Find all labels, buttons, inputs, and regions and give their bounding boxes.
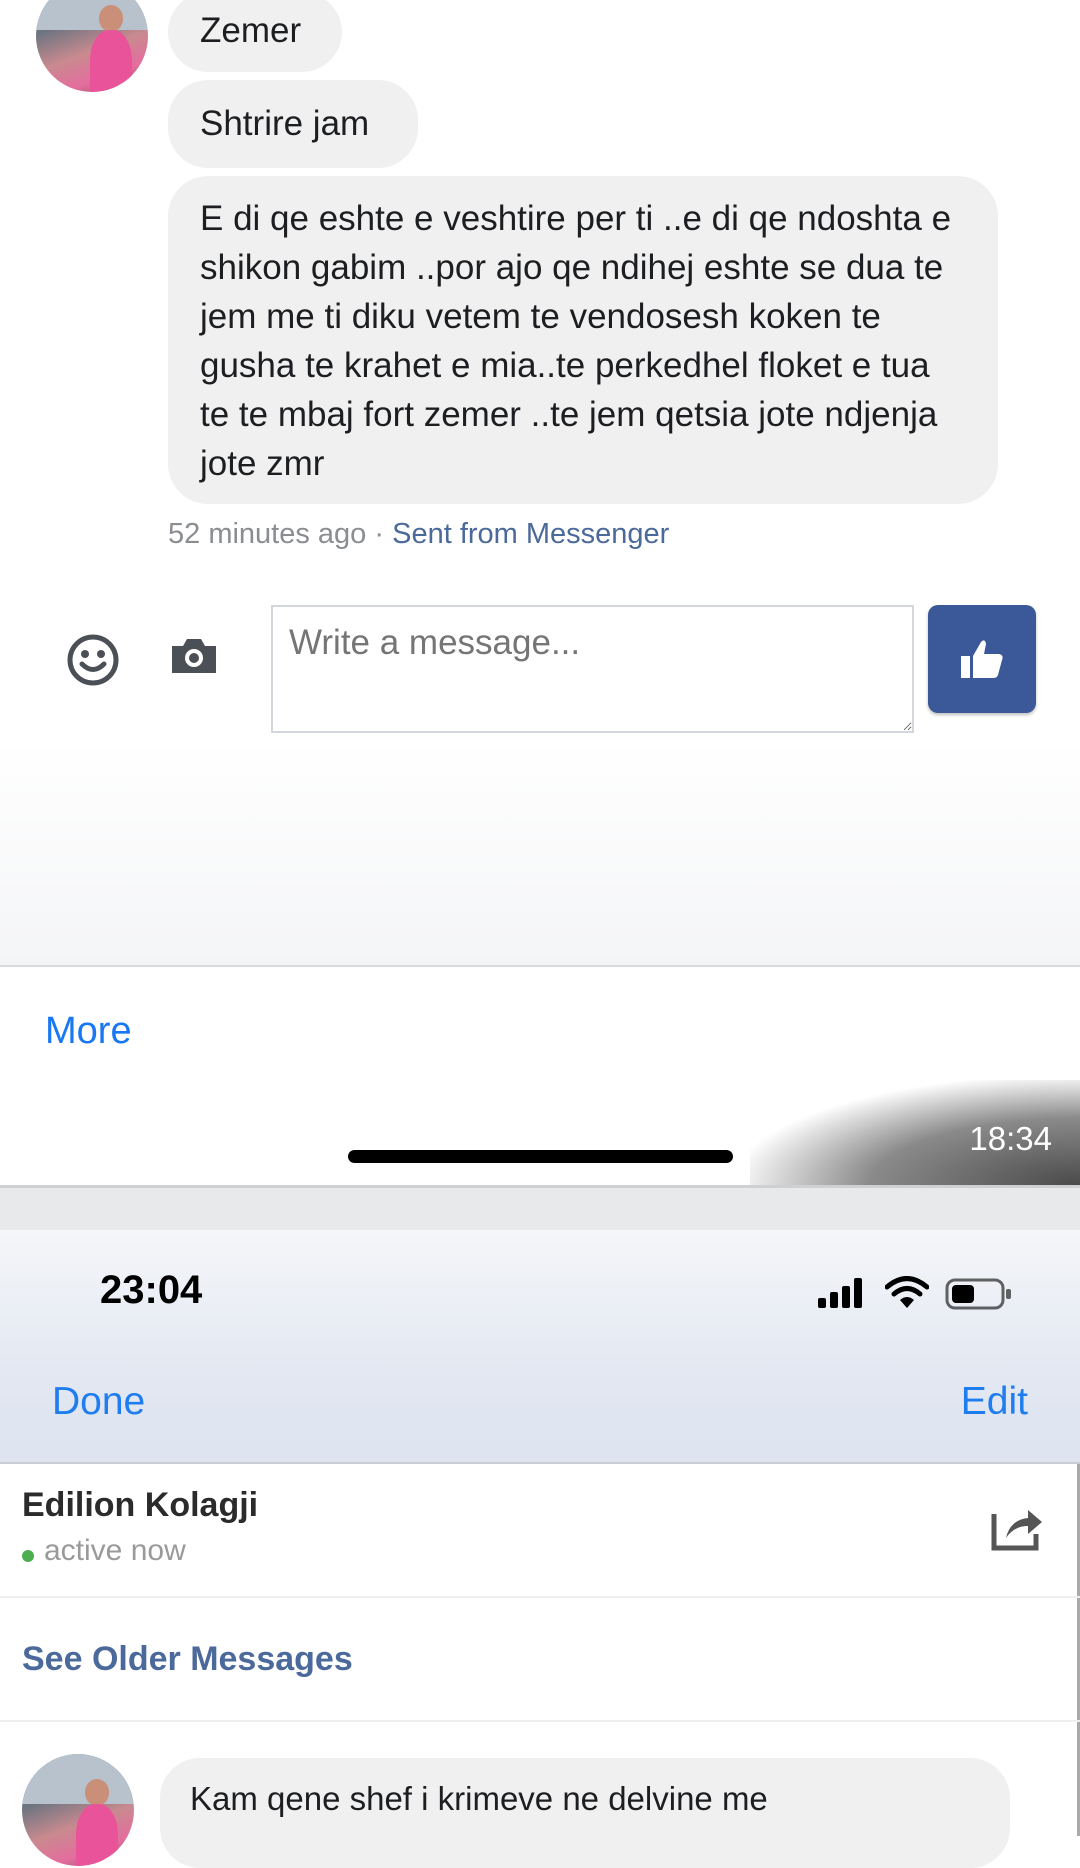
thumbs-up-icon — [961, 640, 1003, 678]
done-button[interactable]: Done — [52, 1380, 145, 1424]
divider — [0, 965, 1080, 967]
camera-icon[interactable] — [168, 636, 220, 681]
like-button[interactable] — [928, 605, 1036, 713]
message-bubble[interactable]: Zemer — [168, 0, 342, 72]
see-older-messages-link[interactable]: See Older Messages — [22, 1640, 353, 1679]
message-text: E di qe eshte e veshtire per ti ..e di q… — [200, 199, 952, 483]
row-divider — [0, 1596, 1080, 1598]
message-text: Kam qene shef i krimeve ne delvine me — [190, 1780, 768, 1817]
sent-from-link[interactable]: Sent from Messenger — [392, 518, 669, 550]
share-icon[interactable] — [990, 1504, 1046, 1557]
message-bubble[interactable]: Kam qene shef i krimeve ne delvine me — [160, 1758, 1010, 1868]
conversation-page: Edilion Kolagji active now See Older Mes… — [0, 1464, 1080, 1868]
contact-avatar[interactable] — [22, 1754, 134, 1866]
message-meta: 52 minutes ago · Sent from Messenger — [168, 518, 669, 551]
row-divider — [0, 1720, 1080, 1722]
ios-clock: 23:04 — [100, 1268, 203, 1312]
contact-name[interactable]: Edilion Kolagji — [22, 1486, 258, 1525]
active-status-dot — [22, 1550, 34, 1562]
active-status-text: active now — [44, 1534, 186, 1567]
ios-navigation-bar: 23:04 Done Edit — [0, 1230, 1080, 1464]
contact-avatar[interactable] — [36, 0, 148, 92]
more-link[interactable]: More — [45, 1010, 132, 1053]
home-indicator[interactable] — [348, 1150, 733, 1163]
message-timestamp: 52 minutes ago — [168, 518, 367, 550]
wifi-icon — [884, 1276, 930, 1315]
message-bubble[interactable]: Shtrire jam — [168, 80, 418, 168]
ios-screenshot: 23:04 Done Edit Edilion Kolagji active n… — [0, 1230, 1080, 1868]
message-text: Shtrire jam — [200, 104, 370, 143]
meta-separator: · — [374, 518, 385, 550]
message-input[interactable] — [271, 605, 914, 733]
smiley-icon[interactable] — [66, 633, 120, 692]
battery-icon — [945, 1278, 1013, 1315]
cellular-signal-icon — [818, 1278, 870, 1313]
edit-button[interactable]: Edit — [961, 1380, 1028, 1424]
messenger-web-view: Zemer Shtrire jam E di qe eshte e veshti… — [0, 0, 1080, 1185]
message-text: Zemer — [200, 11, 302, 50]
screenshot-divider — [0, 1185, 1080, 1230]
message-bubble[interactable]: E di qe eshte e veshtire per ti ..e di q… — [168, 176, 998, 504]
status-time: 18:34 — [969, 1120, 1052, 1157]
background-fade — [0, 740, 1080, 965]
